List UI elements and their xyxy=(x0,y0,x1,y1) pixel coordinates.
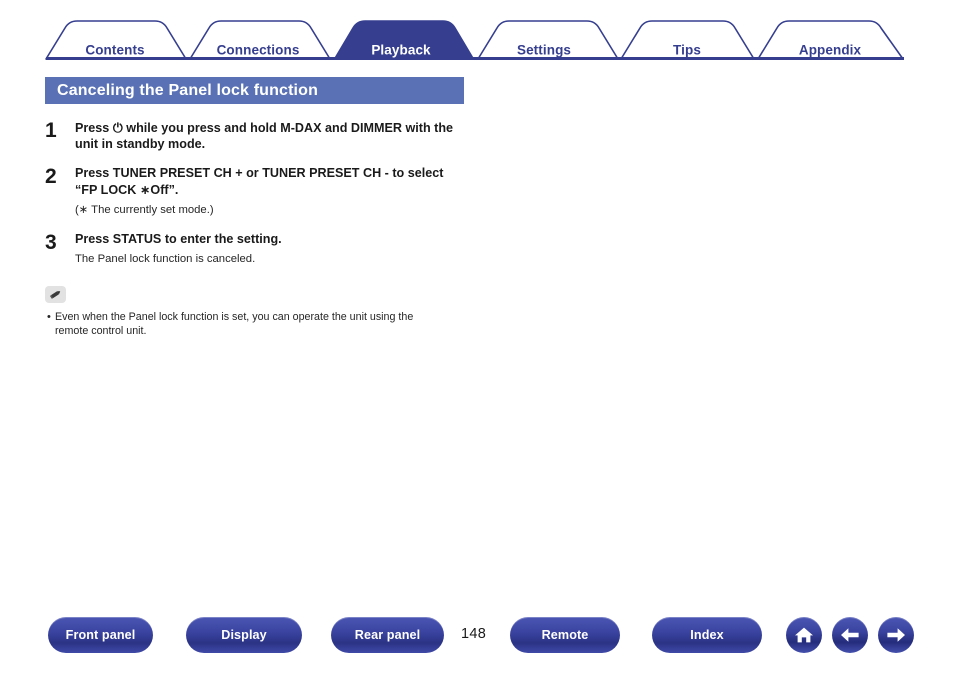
display-button[interactable]: Display xyxy=(186,617,302,653)
tab-baseline xyxy=(46,57,904,60)
step-number: 2 xyxy=(45,165,57,188)
note-text: Even when the Panel lock function is set… xyxy=(55,311,414,337)
bullet-icon: • xyxy=(47,311,51,323)
asterisk-icon: ∗ xyxy=(139,181,151,197)
remote-button[interactable]: Remote xyxy=(510,617,620,653)
step-instruction: Press STATUS to enter the setting. xyxy=(75,232,282,246)
rear-panel-label: Rear panel xyxy=(354,628,421,642)
home-button[interactable] xyxy=(786,617,822,653)
section-header: Canceling the Panel lock function xyxy=(45,77,464,104)
note-item: • Even when the Panel lock function is s… xyxy=(45,310,465,338)
page-title: Canceling the Panel lock function xyxy=(57,81,318,99)
step-note: (∗ The currently set mode.) xyxy=(75,202,467,218)
forward-button[interactable] xyxy=(878,617,914,653)
step-instruction: Press TUNER PRESET CH + or TUNER PRESET … xyxy=(75,166,467,198)
index-label: Index xyxy=(690,628,724,642)
tab-appendix[interactable]: Appendix xyxy=(799,43,861,58)
pencil-icon xyxy=(45,286,66,303)
steps-list: 1 Press ⏻ while you press and hold M-DAX… xyxy=(45,120,505,281)
tab-contents[interactable]: Contents xyxy=(85,43,144,58)
footer-bar: Front panel Display Rear panel 148 Remot… xyxy=(0,617,954,657)
tab-playback[interactable]: Playback xyxy=(371,43,430,58)
remote-label: Remote xyxy=(541,628,589,642)
home-icon xyxy=(795,627,813,643)
display-label: Display xyxy=(221,628,267,642)
page-number: 148 xyxy=(461,626,487,642)
power-icon: ⏻ xyxy=(112,120,123,135)
step-item: 3 Press STATUS to enter the setting. The… xyxy=(45,232,505,267)
note-block: • Even when the Panel lock function is s… xyxy=(45,286,465,338)
rear-panel-button[interactable]: Rear panel xyxy=(331,617,444,653)
back-button[interactable] xyxy=(832,617,868,653)
front-panel-button[interactable]: Front panel xyxy=(48,617,153,653)
step-note: The Panel lock function is canceled. xyxy=(75,252,256,265)
step-number: 1 xyxy=(45,119,57,142)
tab-connections[interactable]: Connections xyxy=(217,43,300,58)
step-instruction: Press ⏻ while you press and hold M-DAX a… xyxy=(75,120,467,152)
step-number: 3 xyxy=(45,231,57,254)
step-text-post: Off”. xyxy=(150,182,179,197)
index-button[interactable]: Index xyxy=(652,617,762,653)
tab-tips[interactable]: Tips xyxy=(673,43,701,58)
front-panel-label: Front panel xyxy=(65,628,136,642)
step-text-pre: Press xyxy=(75,121,113,135)
tab-bar: Contents Connections Playback Settings T… xyxy=(0,18,954,60)
tab-settings[interactable]: Settings xyxy=(517,43,571,58)
arrow-right-icon xyxy=(887,628,905,642)
step-item: 2 Press TUNER PRESET CH + or TUNER PRESE… xyxy=(45,166,505,218)
asterisk-icon: ∗ xyxy=(78,203,89,216)
step-text-post: while you press and hold M-DAX and DIMME… xyxy=(75,121,454,151)
arrow-left-icon xyxy=(841,628,859,642)
step-item: 1 Press ⏻ while you press and hold M-DAX… xyxy=(45,120,505,152)
step-note-post: The currently set mode.) xyxy=(88,204,214,216)
step-text-pre: Press TUNER PRESET CH + or TUNER PRESET … xyxy=(75,166,444,197)
